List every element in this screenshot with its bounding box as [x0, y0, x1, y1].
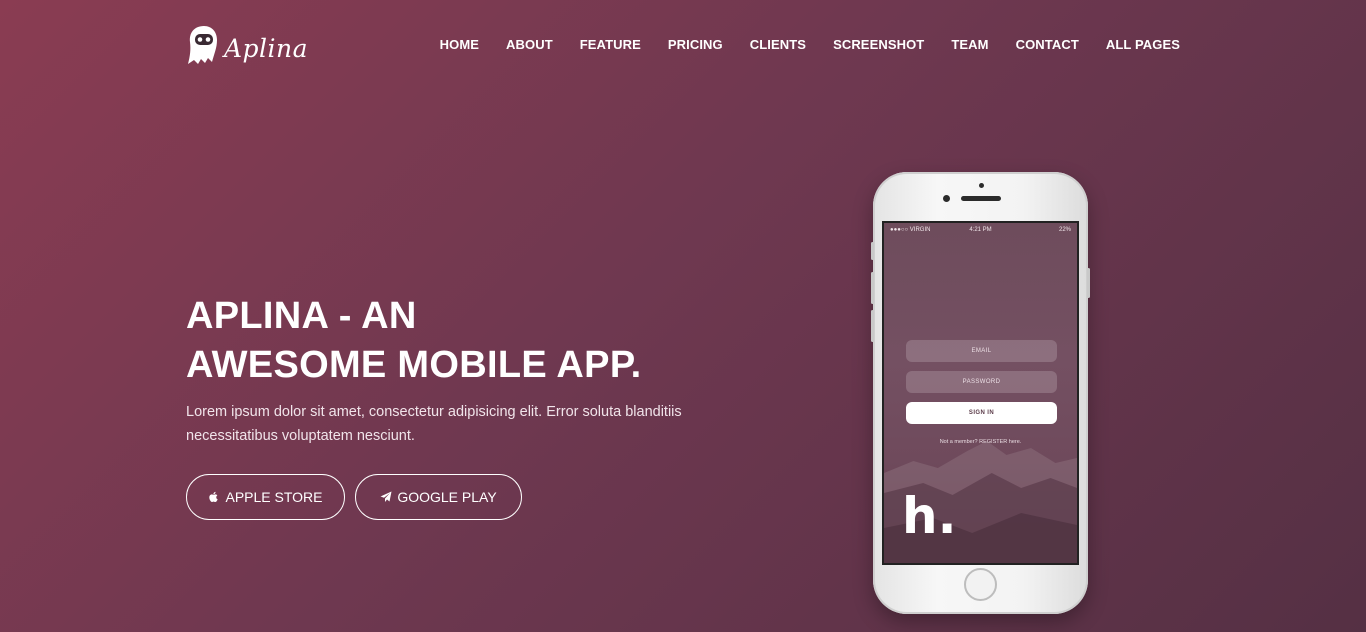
- google-play-label: GOOGLE PLAY: [397, 489, 497, 505]
- app-logo: h.: [902, 487, 957, 545]
- phone-speaker: [961, 196, 1001, 201]
- nav-all-pages[interactable]: ALL PAGES: [1106, 37, 1180, 52]
- nav-contact[interactable]: CONTACT: [1016, 37, 1079, 52]
- hero-title-line2: AWESOME MOBILE APP.: [186, 344, 642, 386]
- brand-logo[interactable]: Aplina: [186, 24, 308, 66]
- paper-plane-icon: [380, 491, 392, 502]
- nav-home[interactable]: HOME: [440, 37, 479, 52]
- google-play-button[interactable]: GOOGLE PLAY: [355, 474, 522, 520]
- status-time: 4:21 PM: [969, 227, 992, 233]
- phone-screen: ●●●○○ VIRGIN 4:21 PM 22% EMAIL PASSWORD …: [882, 221, 1079, 565]
- phone-side-button: [1087, 268, 1090, 298]
- hero-title-line1: APLINA - AN: [186, 295, 417, 337]
- email-field[interactable]: EMAIL: [906, 340, 1057, 362]
- brand-name: Aplina: [224, 33, 309, 63]
- phone-side-button: [871, 272, 874, 304]
- store-buttons: APPLE STORE GOOGLE PLAY: [186, 474, 746, 520]
- apple-icon: [209, 491, 219, 503]
- hero-description: Lorem ipsum dolor sit amet, consectetur …: [186, 404, 682, 444]
- navbar: Aplina HOME ABOUT FEATURE PRICING CLIENT…: [0, 0, 1366, 90]
- nav-pricing[interactable]: PRICING: [668, 37, 723, 52]
- nav-clients[interactable]: CLIENTS: [750, 37, 806, 52]
- robot-ghost-icon: [188, 26, 217, 64]
- phone-status-bar: ●●●○○ VIRGIN 4:21 PM 22%: [884, 227, 1077, 233]
- hero-section: APLINA - AN AWESOME MOBILE APP. Lorem ip…: [186, 292, 746, 520]
- nav-feature[interactable]: FEATURE: [580, 37, 641, 52]
- password-field[interactable]: PASSWORD: [906, 371, 1057, 393]
- status-carrier: ●●●○○ VIRGIN: [890, 227, 931, 233]
- nav-about[interactable]: ABOUT: [506, 37, 553, 52]
- phone-side-button: [871, 310, 874, 342]
- status-battery: 22%: [1058, 227, 1071, 233]
- hero-title: APLINA - AN AWESOME MOBILE APP.: [186, 292, 746, 390]
- sign-in-button[interactable]: SIGN IN: [906, 402, 1057, 424]
- main-menu: HOME ABOUT FEATURE PRICING CLIENTS SCREE…: [440, 36, 1180, 54]
- apple-store-label: APPLE STORE: [225, 489, 323, 505]
- phone-sensor: [979, 183, 984, 188]
- phone-home-button: [964, 568, 997, 601]
- nav-team[interactable]: TEAM: [951, 37, 988, 52]
- apple-store-button[interactable]: APPLE STORE: [186, 474, 345, 520]
- phone-camera: [943, 195, 950, 202]
- nav-screenshot[interactable]: SCREENSHOT: [833, 37, 924, 52]
- phone-side-button: [871, 242, 874, 260]
- register-link[interactable]: Not a member? REGISTER here.: [884, 439, 1077, 445]
- phone-mockup: ●●●○○ VIRGIN 4:21 PM 22% EMAIL PASSWORD …: [871, 172, 1090, 614]
